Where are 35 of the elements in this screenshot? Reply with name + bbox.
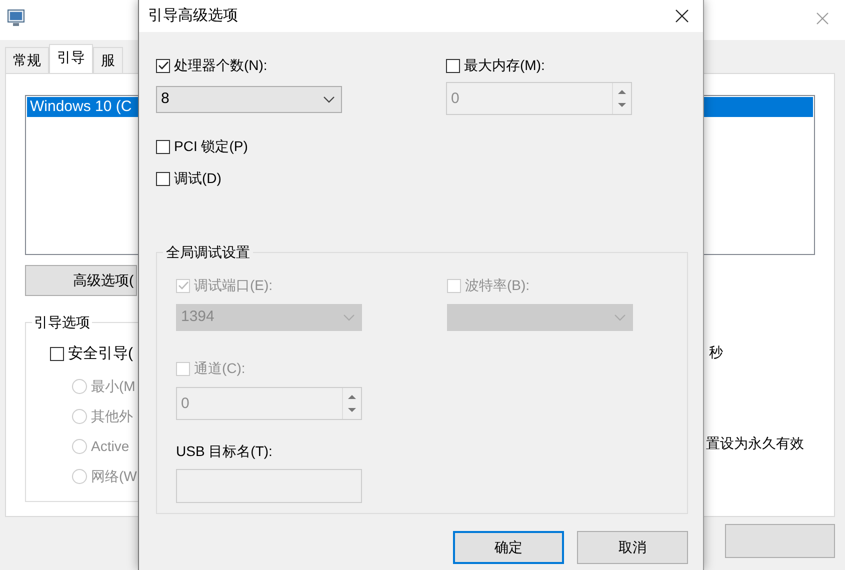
checkbox-label: 调试端口(E): — [194, 276, 273, 295]
checkbox[interactable] — [156, 172, 170, 186]
checkbox-label: 最大内存(M): — [464, 56, 545, 75]
advanced-options-button[interactable]: 高级选项( — [25, 265, 137, 296]
dialog-button[interactable]: 取消 — [577, 531, 688, 564]
dropdown[interactable]: 8 — [156, 86, 342, 113]
group-title: 引导选项 — [32, 313, 92, 331]
tab[interactable]: 服 — [93, 47, 123, 73]
group-title: 全局调试设置 — [163, 243, 253, 261]
checkbox-label: 处理器个数(N): — [174, 56, 268, 75]
checkbox-label: 通道(C): — [194, 359, 246, 378]
checkbox-label: 波特率(B): — [465, 276, 530, 295]
radio-label: 最小(M — [91, 376, 136, 396]
checkbox-label: PCI 锁定(P) — [174, 137, 248, 156]
checkbox[interactable] — [156, 58, 170, 72]
checkbox-label: 调试(D) — [174, 169, 222, 188]
close-icon[interactable] — [675, 9, 689, 23]
radio-label: 其他外 — [91, 406, 133, 426]
chevron-down-icon — [343, 314, 355, 322]
dialog-button[interactable] — [725, 524, 835, 558]
unit-label: 秒 — [709, 343, 724, 362]
app-icon — [7, 9, 25, 27]
checkbox-label: 安全引导( — [68, 344, 133, 364]
chevron-down-icon — [614, 314, 626, 322]
checkbox[interactable] — [50, 347, 64, 362]
dialog-title: 引导高级选项 — [147, 6, 238, 26]
radio-label: Active — [91, 436, 130, 456]
checkbox-label: 置设为永久有效 — [706, 434, 804, 453]
chevron-down-icon — [323, 96, 335, 104]
checkbox[interactable] — [156, 140, 170, 154]
dialog-button[interactable]: 确定 — [453, 531, 564, 564]
tab[interactable]: 引导 — [49, 44, 93, 73]
tab[interactable]: 常规 — [5, 47, 49, 73]
radio-label: 网络(W — [91, 466, 137, 486]
field-label: USB 目标名(T): — [176, 442, 274, 461]
